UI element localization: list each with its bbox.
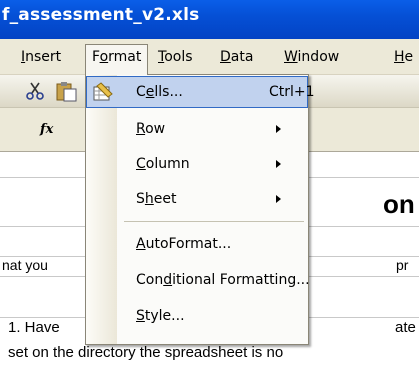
submenu-arrow-icon: [276, 160, 281, 168]
cell-text: pr: [396, 257, 409, 273]
menu-data[interactable]: Data: [214, 45, 259, 69]
cell-text: ate: [395, 319, 416, 336]
menu-insert-rest: nsert: [25, 49, 62, 65]
menu-separator: [124, 221, 304, 222]
menu-item-conditional-formatting-label: Conditional Formatting...: [136, 272, 310, 288]
menu-item-autoformat[interactable]: AutoFormat...: [86, 228, 308, 260]
menu-item-style-label: Style...: [136, 308, 185, 324]
cell-text: nat you: [2, 257, 48, 273]
cell-text: 1. Have: [8, 319, 60, 336]
menu-data-mnemonic: D: [220, 49, 231, 65]
menu-item-row[interactable]: Row: [86, 113, 308, 145]
menu-window-mnemonic: W: [284, 49, 298, 65]
menu-help[interactable]: He: [388, 45, 419, 69]
menu-item-style[interactable]: Style...: [86, 300, 308, 332]
menu-item-sheet-label: Sheet: [136, 191, 177, 207]
menu-item-cells-label: Cells...: [136, 84, 183, 100]
format-menu-dropdown: Cells... Ctrl+1 Row Column Sheet AutoFor…: [85, 74, 315, 345]
menu-format-f: F: [92, 49, 100, 65]
menu-item-sheet[interactable]: Sheet: [86, 183, 308, 215]
menu-item-cells[interactable]: Cells... Ctrl+1: [86, 76, 315, 108]
menu-item-cells-shortcut: Ctrl+1: [269, 84, 315, 100]
submenu-arrow-icon: [276, 195, 281, 203]
sheet-heading-fragment: on: [383, 189, 415, 219]
menu-window-rest: indow: [297, 49, 340, 65]
menu-item-column-label: Column: [136, 156, 190, 172]
paste-icon[interactable]: [54, 80, 78, 102]
submenu-arrow-icon: [276, 125, 281, 133]
menu-item-row-label: Row: [136, 121, 166, 137]
menu-insert[interactable]: Insert: [15, 45, 67, 69]
menu-format-rest: rmat: [108, 49, 142, 65]
cells-icon: [93, 82, 113, 101]
menu-item-conditional-formatting[interactable]: Conditional Formatting...: [86, 264, 310, 296]
title-bar: f_assessment_v2.xls: [0, 0, 419, 39]
menu-format[interactable]: Format: [85, 44, 149, 75]
menu-bar: Insert Format Tools Data Window He: [0, 39, 419, 75]
menu-tools[interactable]: Tools: [152, 45, 199, 69]
menu-tools-rest: ools: [164, 49, 193, 65]
fx-icon[interactable]: fx: [40, 122, 53, 137]
window-title: f_assessment_v2.xls: [2, 5, 200, 25]
menu-item-autoformat-label: AutoFormat...: [136, 236, 232, 252]
menu-window[interactable]: Window: [278, 45, 345, 69]
cell-text: set on the directory the spreadsheet is …: [8, 344, 284, 361]
menu-item-column[interactable]: Column: [86, 148, 308, 180]
menu-help-rest: e: [404, 49, 414, 65]
menu-format-mnemonic: o: [99, 49, 109, 65]
cut-icon[interactable]: [24, 81, 46, 101]
menu-data-rest: ata: [230, 49, 254, 65]
menu-help-mnemonic: H: [394, 49, 405, 65]
